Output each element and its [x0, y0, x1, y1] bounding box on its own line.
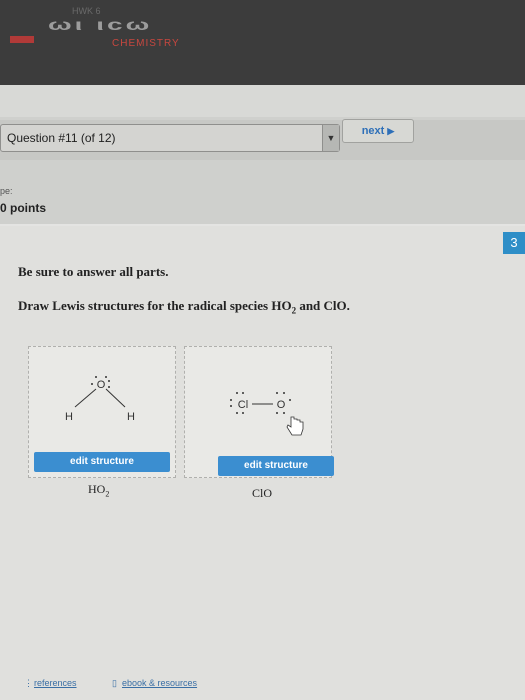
- references-icon[interactable]: ⋮: [24, 678, 33, 689]
- atom-h-left: H: [65, 411, 73, 423]
- atom-cl: Cl: [238, 399, 248, 411]
- radical-dot: [108, 380, 110, 382]
- molecule-label-ho2: HO2: [88, 482, 109, 498]
- atom-o: O: [97, 379, 106, 391]
- molecule-name: ClO: [252, 486, 273, 500]
- hand-cursor-icon: [286, 416, 304, 436]
- lone-pair-dot: [236, 392, 238, 394]
- lone-pair-dot: [283, 412, 285, 414]
- lone-pair-dot: [95, 376, 97, 378]
- bond-o-h-left: [74, 388, 97, 408]
- brand-subtitle: CHEMISTRY: [112, 38, 180, 49]
- assignment-tab[interactable]: HWK 6: [72, 6, 101, 16]
- instruction-text: Draw Lewis structures for the radical sp…: [18, 298, 292, 313]
- next-button[interactable]: next ▶: [342, 119, 414, 143]
- bond-o-h-right: [105, 388, 126, 408]
- instruction-question: Draw Lewis structures for the radical sp…: [18, 298, 350, 316]
- lone-pair-dot: [236, 412, 238, 414]
- part-badge[interactable]: 3: [503, 232, 525, 254]
- ebook-link[interactable]: ebook & resources: [122, 678, 197, 688]
- references-link[interactable]: references: [34, 678, 77, 688]
- lone-pair-dot: [242, 412, 244, 414]
- edit-structure-button-ho2[interactable]: edit structure: [34, 452, 170, 472]
- lone-pair-dot: [276, 392, 278, 394]
- brand-accent-bar: [10, 36, 34, 43]
- molecule-name: HO: [88, 482, 106, 496]
- lone-pair-dot: [242, 392, 244, 394]
- radical-dot: [289, 399, 291, 401]
- lone-pair-dot: [283, 392, 285, 394]
- points-caption: ре:: [0, 186, 13, 196]
- instruction-all-parts: Be sure to answer all parts.: [18, 264, 169, 279]
- lone-pair-dot: [276, 412, 278, 414]
- app-header: HWK 6 ωι ιcω CHEMISTRY: [0, 0, 525, 85]
- molecule-label-clo: ClO: [252, 486, 272, 502]
- header-spacer: [0, 85, 525, 117]
- next-button-label: next: [361, 125, 385, 137]
- chevron-down-icon[interactable]: ▼: [322, 125, 339, 151]
- brand-logo: ωι ιcω: [48, 16, 153, 34]
- edit-structure-button-clo[interactable]: edit structure: [218, 456, 334, 476]
- lone-pair-dot: [91, 383, 93, 385]
- question-selector[interactable]: Question #11 (of 12) ▼: [0, 124, 340, 152]
- atom-h-right: H: [127, 411, 135, 423]
- hand-cursor-shape: [286, 416, 304, 436]
- play-arrow-icon: ▶: [387, 126, 395, 136]
- instruction-text-end: and ClO.: [296, 298, 350, 313]
- molecule-subscript: 2: [105, 489, 110, 499]
- lone-pair-dot: [230, 399, 232, 401]
- lone-pair-dot: [230, 405, 232, 407]
- lone-pair-dot: [108, 386, 110, 388]
- lone-pair-dot: [105, 376, 107, 378]
- question-selector-label: Question #11 (of 12): [7, 131, 116, 145]
- points-value: 0 points: [0, 201, 47, 215]
- atom-o: O: [277, 399, 286, 411]
- ebook-icon[interactable]: ▯: [112, 678, 117, 689]
